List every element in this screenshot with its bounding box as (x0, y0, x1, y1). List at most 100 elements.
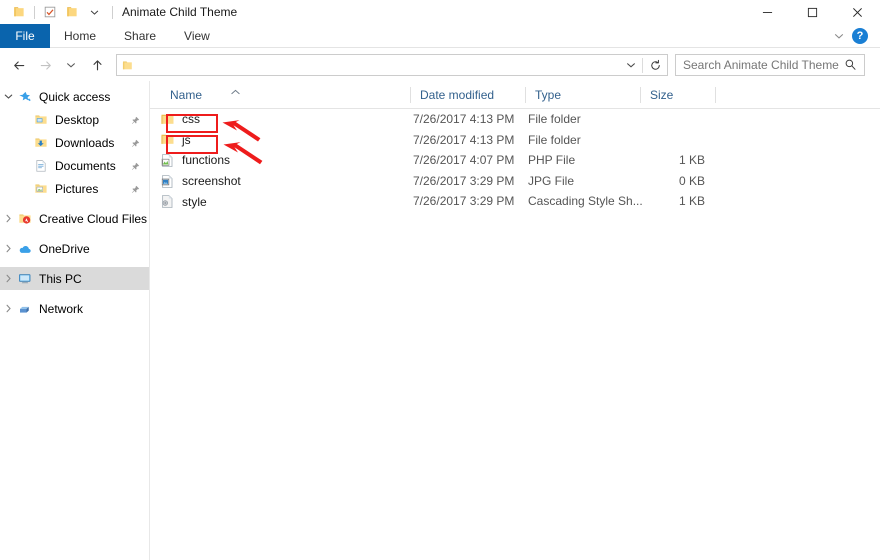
file-name-cell[interactable]: functions (160, 150, 230, 171)
downloads-folder-icon (32, 136, 50, 150)
minimize-icon[interactable] (745, 0, 790, 24)
table-row[interactable]: functions 7/26/2017 4:07 PM PHP File 1 KB (150, 150, 880, 171)
back-button[interactable] (6, 51, 32, 79)
window-controls (745, 0, 880, 24)
search-input[interactable]: Search Animate Child Theme (683, 58, 839, 72)
caret-up-icon (230, 83, 241, 101)
file-name-cell[interactable]: screenshot (160, 171, 241, 192)
file-type-cell: Cascading Style Sh... (528, 194, 643, 209)
file-date-cell: 7/26/2017 4:07 PM (413, 153, 515, 168)
refresh-icon[interactable] (643, 55, 667, 75)
column-header-type[interactable]: Type (525, 81, 640, 108)
table-row[interactable]: js 7/26/2017 4:13 PM File folder (150, 130, 880, 151)
column-separator[interactable] (715, 87, 716, 103)
star-icon (16, 90, 34, 104)
up-button[interactable] (84, 51, 110, 79)
quick-access-toolbar (0, 0, 113, 24)
pin-icon[interactable] (131, 114, 140, 128)
tab-file[interactable]: File (0, 24, 50, 48)
sidebar-item-label: Creative Cloud Files (39, 211, 148, 226)
network-icon (16, 302, 34, 316)
explorer-icon[interactable] (8, 1, 30, 23)
file-size-cell: 1 KB (678, 153, 705, 168)
customize-qat-icon[interactable] (83, 1, 105, 23)
sidebar-item-quick-access[interactable]: Quick access (0, 85, 149, 108)
column-header-row: Name Date modified Type Size (150, 81, 880, 109)
column-header-name[interactable]: Name (160, 81, 410, 108)
collapse-ribbon-icon[interactable] (826, 24, 852, 48)
chevron-right-icon[interactable] (0, 274, 16, 283)
title-bar: Animate Child Theme (0, 0, 880, 24)
address-bar: Search Animate Child Theme (0, 49, 880, 81)
forward-button[interactable] (32, 51, 58, 79)
file-date-cell: 7/26/2017 4:13 PM (413, 112, 515, 126)
file-type-cell: PHP File (528, 153, 576, 168)
properties-icon[interactable] (39, 1, 61, 23)
close-icon[interactable] (835, 0, 880, 24)
column-header-size[interactable]: Size (640, 81, 715, 108)
sidebar-item-downloads[interactable]: Downloads (0, 131, 149, 154)
file-size-cell: 0 KB (678, 173, 705, 188)
chevron-down-icon[interactable] (0, 92, 16, 101)
sidebar-item-label: Network (39, 301, 84, 316)
table-row[interactable]: style 7/26/2017 3:29 PM Cascading Style Sh… (150, 191, 880, 212)
file-date-cell: 7/26/2017 4:13 PM (413, 132, 515, 147)
pin-icon[interactable] (131, 160, 140, 174)
tab-share[interactable]: Share (110, 24, 170, 48)
table-row[interactable]: screenshot 7/26/2017 3:29 PM JPG File 0 KB (150, 171, 880, 192)
window-title: Animate Child Theme (122, 5, 238, 19)
chevron-right-icon[interactable] (0, 214, 16, 223)
jpg-file-icon (160, 174, 175, 189)
file-explorer-window: Animate Child Theme File Home Share View… (0, 0, 880, 560)
ribbon-tab-bar: File Home Share View ? (0, 24, 880, 48)
toolbar-separator (34, 5, 35, 19)
file-name-cell[interactable]: css (160, 109, 200, 130)
tab-view[interactable]: View (170, 24, 224, 48)
file-name-cell[interactable]: js (160, 130, 191, 151)
folder-icon (160, 132, 175, 147)
file-name-label: functions (182, 153, 231, 168)
css-file-icon (160, 194, 175, 209)
chevron-right-icon[interactable] (0, 304, 16, 313)
php-file-icon (160, 153, 175, 168)
file-name-label: style (182, 194, 207, 209)
address-bar-controls (620, 55, 667, 75)
creative-cloud-icon (16, 212, 34, 226)
chevron-right-icon[interactable] (0, 244, 16, 253)
sidebar-item-label: Downloads (55, 135, 115, 150)
sidebar-item-onedrive[interactable]: OneDrive (0, 237, 149, 260)
this-pc-icon (16, 272, 34, 286)
file-name-label: css (182, 112, 200, 127)
tab-home[interactable]: Home (50, 24, 110, 48)
folder-icon (160, 112, 175, 127)
sidebar-item-label: Pictures (55, 181, 99, 196)
sidebar-item-creative-cloud-files[interactable]: Creative Cloud Files (0, 207, 149, 230)
file-size-cell: 1 KB (678, 194, 705, 209)
column-header-date-modified[interactable]: Date modified (410, 81, 525, 108)
maximize-icon[interactable] (790, 0, 835, 24)
desktop-folder-icon (32, 113, 50, 127)
sidebar-item-network[interactable]: Network (0, 297, 149, 320)
recent-locations-button[interactable] (58, 51, 84, 79)
onedrive-icon (16, 242, 34, 256)
search-box[interactable]: Search Animate Child Theme (675, 54, 865, 76)
file-type-cell: JPG File (528, 173, 575, 188)
file-name-label: js (182, 132, 191, 147)
pin-icon[interactable] (131, 183, 140, 197)
help-button[interactable]: ? (852, 28, 868, 44)
sidebar-item-this-pc[interactable]: This PC (0, 267, 149, 290)
pin-icon[interactable] (131, 137, 140, 151)
sidebar-item-documents[interactable]: Documents (0, 154, 149, 177)
sidebar-item-desktop[interactable]: Desktop (0, 108, 149, 131)
file-type-cell: File folder (528, 112, 581, 126)
address-path-bar[interactable] (116, 54, 668, 76)
new-folder-icon[interactable] (61, 1, 83, 23)
address-dropdown-icon[interactable] (620, 55, 642, 75)
table-row[interactable]: css 7/26/2017 4:13 PM File folder (150, 109, 880, 130)
sidebar-item-pictures[interactable]: Pictures (0, 177, 149, 200)
file-name-cell[interactable]: style (160, 191, 207, 212)
file-date-cell: 7/26/2017 3:29 PM (413, 173, 515, 188)
search-icon[interactable] (844, 58, 857, 76)
folder-icon (121, 59, 134, 72)
file-list-area: Name Date modified Type Size css 7/26/201… (150, 81, 880, 560)
